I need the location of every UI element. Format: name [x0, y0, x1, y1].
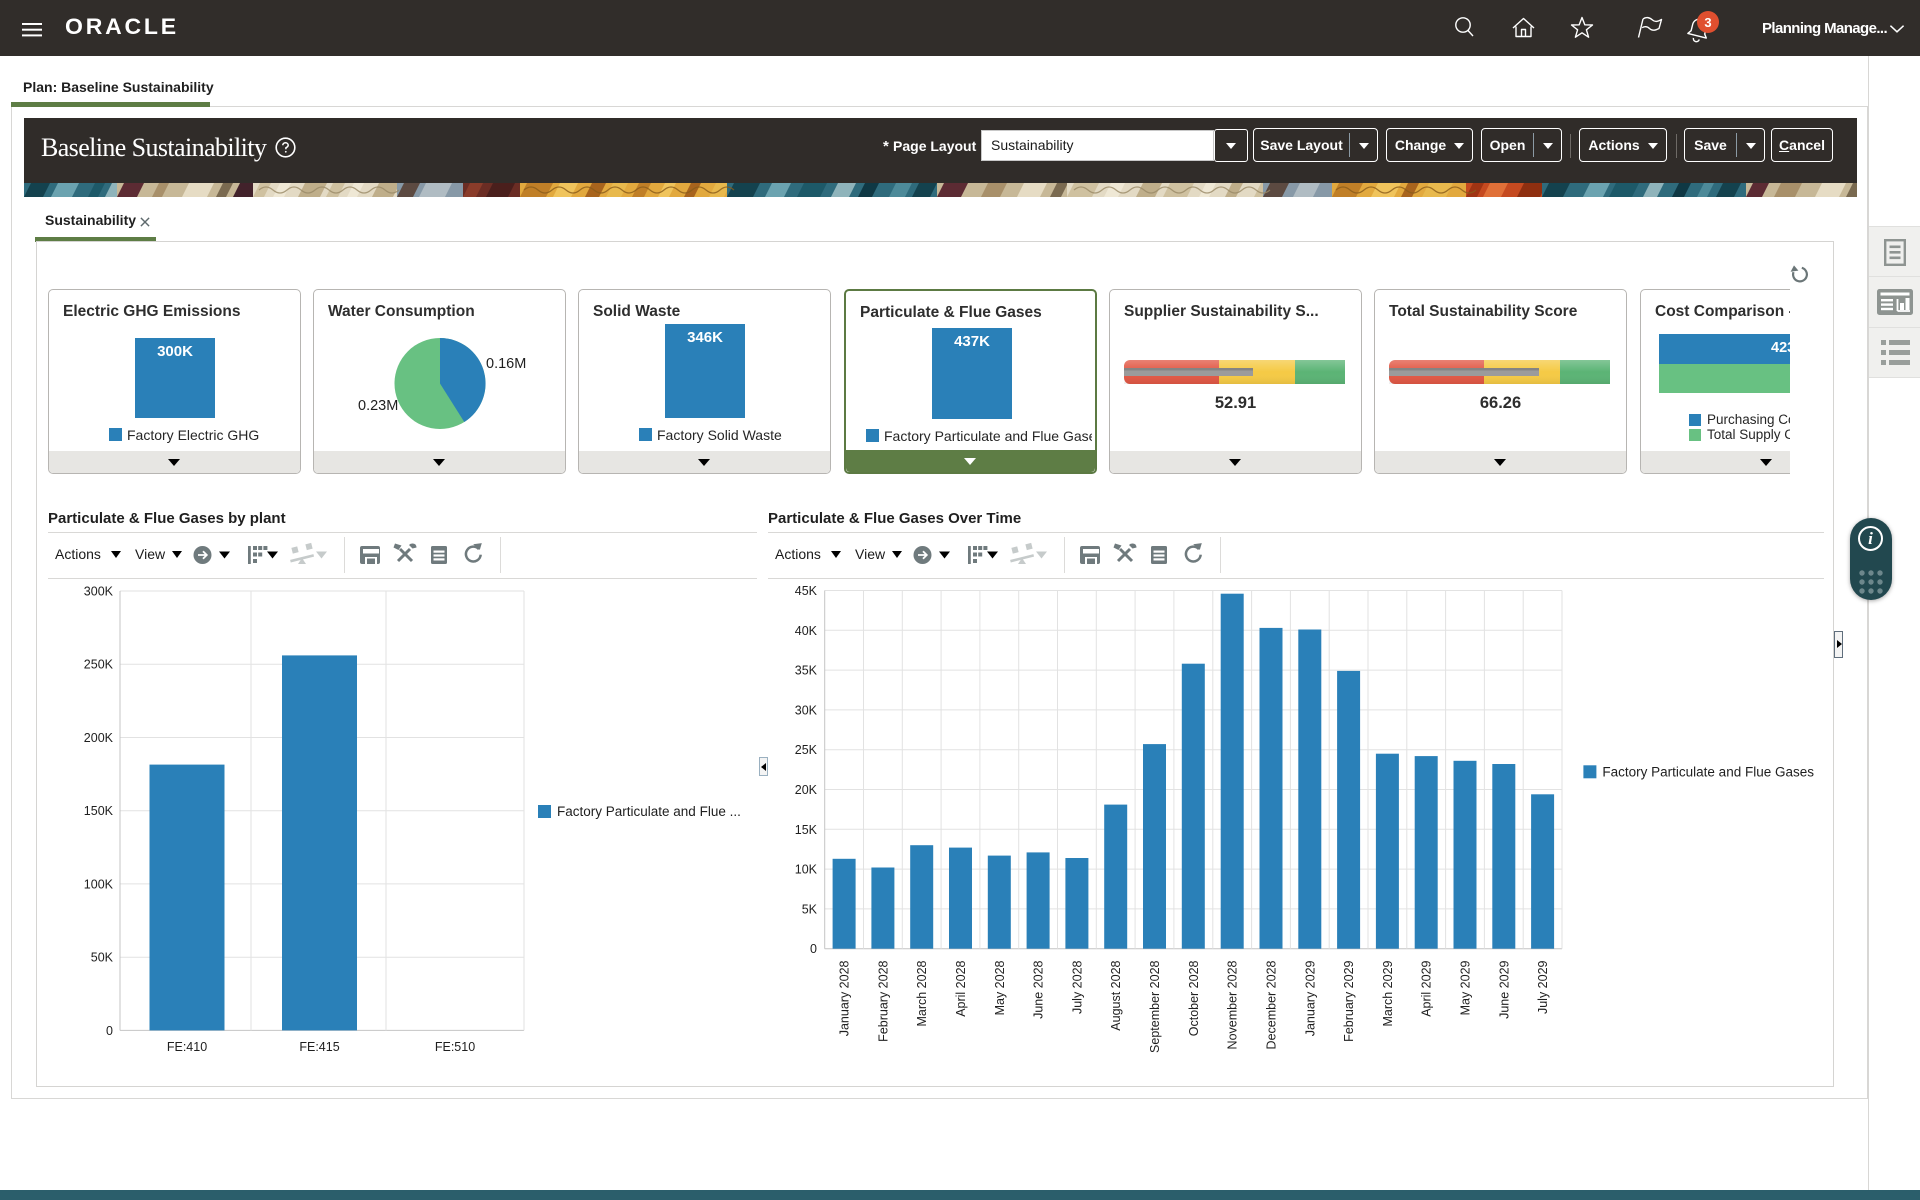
svg-text:150K: 150K: [84, 804, 114, 818]
svg-text:March 2028: March 2028: [915, 960, 929, 1026]
svg-text:FE:410: FE:410: [167, 1040, 207, 1054]
svg-text:February 2029: February 2029: [1342, 960, 1356, 1041]
svg-text:200K: 200K: [84, 731, 114, 745]
svg-text:December 2028: December 2028: [1265, 960, 1279, 1049]
svg-text:0.16M: 0.16M: [486, 356, 526, 372]
svg-text:July 2028: July 2028: [1070, 960, 1084, 1014]
svg-text:FE:510: FE:510: [435, 1040, 475, 1054]
svg-text:30K: 30K: [795, 703, 818, 717]
svg-text:5K: 5K: [802, 902, 818, 916]
svg-text:100K: 100K: [84, 877, 114, 891]
svg-text:June 2029: June 2029: [1497, 960, 1511, 1018]
svg-text:0: 0: [810, 942, 817, 956]
svg-text:40K: 40K: [795, 624, 818, 638]
svg-text:May 2029: May 2029: [1459, 960, 1473, 1015]
svg-text:September 2028: September 2028: [1148, 960, 1162, 1052]
svg-text:January 2029: January 2029: [1303, 960, 1317, 1036]
svg-text:50K: 50K: [91, 951, 114, 965]
svg-text:0.23M: 0.23M: [358, 398, 398, 414]
svg-text:Factory Particulate and Flue G: Factory Particulate and Flue Gases: [1602, 764, 1814, 779]
svg-text:10K: 10K: [795, 863, 818, 877]
svg-text:45K: 45K: [795, 584, 818, 598]
svg-text:July 2029: July 2029: [1536, 960, 1550, 1014]
svg-text:20K: 20K: [795, 783, 818, 797]
svg-text:300K: 300K: [84, 585, 114, 599]
svg-text:January 2028: January 2028: [838, 960, 852, 1036]
svg-text:April 2029: April 2029: [1420, 960, 1434, 1016]
svg-text:35K: 35K: [795, 664, 818, 678]
svg-text:May 2028: May 2028: [993, 960, 1007, 1015]
svg-text:FE:415: FE:415: [299, 1040, 339, 1054]
svg-text:15K: 15K: [795, 823, 818, 837]
svg-text:October 2028: October 2028: [1187, 960, 1201, 1036]
svg-text:Factory Particulate and Flue .: Factory Particulate and Flue ...: [557, 804, 741, 819]
svg-text:March 2029: March 2029: [1381, 960, 1395, 1026]
svg-text:August 2028: August 2028: [1109, 960, 1123, 1030]
svg-text:25K: 25K: [795, 743, 818, 757]
svg-text:June 2028: June 2028: [1032, 960, 1046, 1018]
svg-text:April 2028: April 2028: [954, 960, 968, 1016]
svg-text:November 2028: November 2028: [1226, 960, 1240, 1049]
svg-text:0: 0: [106, 1024, 113, 1038]
svg-text:February 2028: February 2028: [876, 960, 890, 1041]
svg-text:250K: 250K: [84, 658, 114, 672]
